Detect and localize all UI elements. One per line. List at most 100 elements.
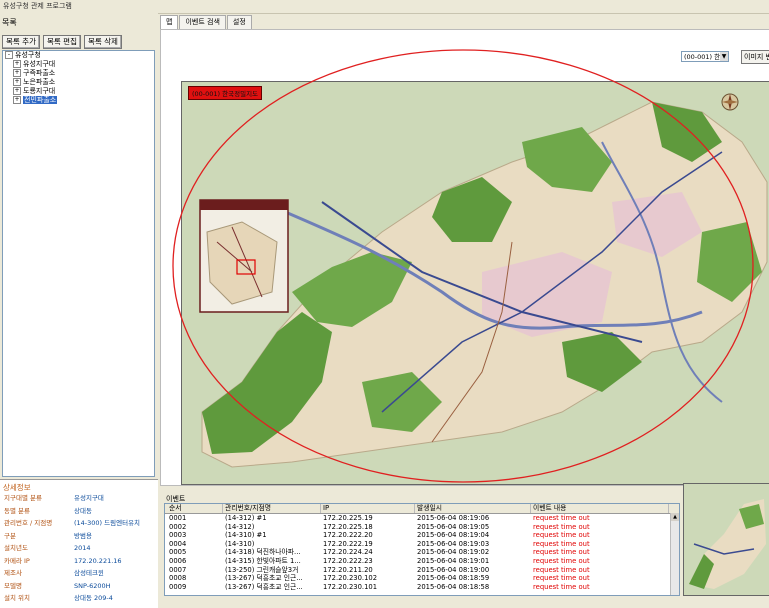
detail-key: 설치 위치 bbox=[4, 594, 30, 602]
table-cell: 0005 bbox=[169, 548, 187, 557]
tree-item[interactable]: + 노은파출소 bbox=[3, 78, 154, 87]
table-cell: 0001 bbox=[169, 514, 187, 522]
table-cell: 2015-06-04 08:19:00 bbox=[417, 565, 490, 574]
tree-item-label: 유성구청 bbox=[15, 51, 41, 59]
main-tab[interactable]: 이벤트 검색 bbox=[179, 15, 226, 29]
detail-key: 제조사 bbox=[4, 569, 22, 577]
table-cell: 2015-06-04 08:18:59 bbox=[417, 574, 490, 583]
detail-key: 구분 bbox=[4, 531, 16, 540]
table-cell: 2015-06-04 08:19:03 bbox=[417, 539, 490, 548]
list-toolbar: 목록 추가 목록 편집 목록 삭제 bbox=[2, 35, 122, 49]
preview-image bbox=[684, 484, 769, 595]
detail-value: (14-300) 드림엔터유치 bbox=[74, 519, 141, 527]
detail-value: 172.20.221.16 bbox=[74, 556, 122, 565]
table-cell: 0002 bbox=[169, 522, 187, 531]
table-row[interactable]: 0003 (14-310) #1 172.20.222.20 2015-06-04 0… bbox=[165, 531, 670, 540]
table-cell: request time out bbox=[533, 539, 590, 548]
tree-item[interactable]: + 구즉파출소 bbox=[3, 69, 154, 78]
table-cell: request time out bbox=[533, 565, 590, 574]
edit-list-button[interactable]: 목록 편집 bbox=[42, 35, 81, 49]
detail-value: 방범용 bbox=[74, 531, 92, 540]
detail-key: 지구대별 분류 bbox=[4, 494, 42, 502]
table-cell: 172.20.222.19 bbox=[323, 539, 373, 548]
main-tabs: 맵 이벤트 검색 설정 bbox=[160, 15, 253, 29]
table-cell: 172.20.222.20 bbox=[323, 531, 373, 540]
events-table[interactable]: 순서 관리번호/지점명 IP 발생일시 이벤트 내용 ▲ 0001 (14-312) #1… bbox=[164, 503, 680, 596]
column-header[interactable]: IP bbox=[321, 504, 415, 513]
events-scrollbar[interactable]: ▲ bbox=[670, 513, 679, 595]
table-cell: 172.20.222.23 bbox=[323, 557, 373, 565]
tree-item[interactable]: + 전민파출소 bbox=[3, 96, 154, 105]
add-list-button[interactable]: 목록 추가 bbox=[2, 35, 40, 49]
list-tab[interactable]: 목록 bbox=[2, 17, 17, 28]
table-cell: 0006 bbox=[169, 557, 187, 565]
table-cell: request time out bbox=[533, 548, 590, 557]
table-row[interactable]: 0004 (14-310) 172.20.222.19 2015-06-04 08:1… bbox=[165, 540, 670, 549]
detail-value: 상대동 209-4 bbox=[74, 594, 113, 602]
expand-icon[interactable]: + bbox=[13, 69, 21, 77]
table-cell: (14-312) #1 bbox=[225, 514, 267, 522]
tree-item-label: 도룡지구대 bbox=[23, 87, 56, 95]
table-cell: (14-310) bbox=[225, 539, 255, 548]
detail-key: 카메라 IP bbox=[4, 556, 30, 565]
camera-preview-thumbnail bbox=[683, 483, 769, 596]
table-cell: (14-312) bbox=[225, 522, 255, 531]
tree-item[interactable]: - 유성구청 bbox=[3, 51, 154, 60]
table-cell: (13-267) 덕흥초교 인근... bbox=[225, 574, 303, 583]
detail-key: 관리번호 / 지점명 bbox=[4, 519, 53, 527]
column-header[interactable]: 순서 bbox=[167, 504, 223, 513]
expand-icon[interactable]: + bbox=[13, 60, 21, 68]
column-header[interactable]: 발생일시 bbox=[415, 504, 531, 513]
table-cell: 172.20.230.102 bbox=[323, 574, 378, 583]
collapse-icon[interactable]: - bbox=[5, 51, 13, 59]
tree-item-label: 구즉파출소 bbox=[23, 69, 56, 77]
table-cell: request time out bbox=[533, 582, 590, 591]
table-row[interactable]: 0007 (13-250) 그린캐슬앞3거 172.20.211.20 2015-06… bbox=[165, 566, 670, 575]
title-bar: 유성구청 관제 프로그램 bbox=[0, 0, 769, 14]
table-cell: request time out bbox=[533, 514, 590, 522]
left-panel: 목록 목록 추가 목록 편집 목록 삭제 - 유성구청 + 유성지구대 + 구즉파출소 + 노… bbox=[0, 13, 158, 608]
table-row[interactable]: 0001 (14-312) #1 172.20.225.19 2015-06-04 0… bbox=[165, 514, 670, 523]
table-cell: 172.20.225.18 bbox=[323, 522, 373, 531]
table-row[interactable]: 0002 (14-312) 172.20.225.18 2015-06-04 08:1… bbox=[165, 523, 670, 532]
tree-item-label: 전민파출소 bbox=[23, 96, 58, 104]
annotation-ellipse bbox=[172, 49, 754, 483]
tree-item[interactable]: + 도룡지구대 bbox=[3, 87, 154, 96]
detail-value: 유성지구대 bbox=[74, 494, 104, 502]
scroll-up-icon[interactable]: ▲ bbox=[671, 513, 679, 521]
tree-item-label: 유성지구대 bbox=[23, 60, 56, 68]
table-cell: (13-250) 그린캐슬앞3거 bbox=[225, 565, 299, 574]
location-tree[interactable]: - 유성구청 + 유성지구대 + 구즉파출소 + 노은파출소 + 도룡지구대 + 전민파출소 bbox=[2, 50, 155, 477]
detail-value: SNP-6200H bbox=[74, 581, 111, 590]
tree-item[interactable]: + 유성지구대 bbox=[3, 60, 154, 69]
table-row[interactable]: 0005 (14-318) 덕진하나아파... 172.20.224.24 2015-… bbox=[165, 548, 670, 557]
table-cell: request time out bbox=[533, 522, 590, 531]
delete-list-button[interactable]: 목록 삭제 bbox=[83, 35, 122, 49]
table-cell: 0007 bbox=[169, 565, 187, 574]
table-row[interactable]: 0009 (13-267) 덕흥초교 인근... 172.20.230.101 201… bbox=[165, 583, 670, 592]
table-cell: (14-310) #1 bbox=[225, 531, 267, 540]
detail-title: 상세정보 bbox=[3, 483, 31, 492]
table-cell: 0004 bbox=[169, 539, 187, 548]
expand-icon[interactable]: + bbox=[13, 78, 21, 86]
table-cell: 2015-06-04 08:19:05 bbox=[417, 522, 490, 531]
table-cell: (13-267) 덕흥초교 인근... bbox=[225, 582, 303, 591]
column-header[interactable]: 관리번호/지점명 bbox=[223, 504, 321, 513]
table-cell: request time out bbox=[533, 531, 590, 540]
column-header[interactable]: 이벤트 내용 bbox=[531, 504, 669, 513]
table-row[interactable]: 0008 (13-267) 덕흥초교 인근... 172.20.230.102 201… bbox=[165, 574, 670, 583]
main-tab[interactable]: 설정 bbox=[226, 15, 252, 29]
main-tab[interactable]: 맵 bbox=[160, 15, 179, 29]
expand-icon[interactable]: + bbox=[13, 96, 21, 104]
table-cell: 2015-06-04 08:19:06 bbox=[417, 514, 490, 522]
table-cell: 0009 bbox=[169, 582, 187, 591]
table-row[interactable]: 0006 (14-315) 한빛아파트 1... 172.20.222.23 2015… bbox=[165, 557, 670, 566]
table-cell: 172.20.224.24 bbox=[323, 548, 373, 557]
table-cell: 2015-06-04 08:18:58 bbox=[417, 582, 490, 591]
events-table-header: 순서 관리번호/지점명 IP 발생일시 이벤트 내용 bbox=[165, 504, 679, 514]
detail-key: 동별 분류 bbox=[4, 506, 30, 515]
table-cell: request time out bbox=[533, 574, 590, 583]
expand-icon[interactable]: + bbox=[13, 87, 21, 95]
detail-panel: 상세정보 지구대별 분류 유성지구대 동별 분류 상대동 관리번호 / 지점명 (14-3… bbox=[0, 479, 158, 608]
tree-item-label: 노은파출소 bbox=[23, 78, 56, 86]
